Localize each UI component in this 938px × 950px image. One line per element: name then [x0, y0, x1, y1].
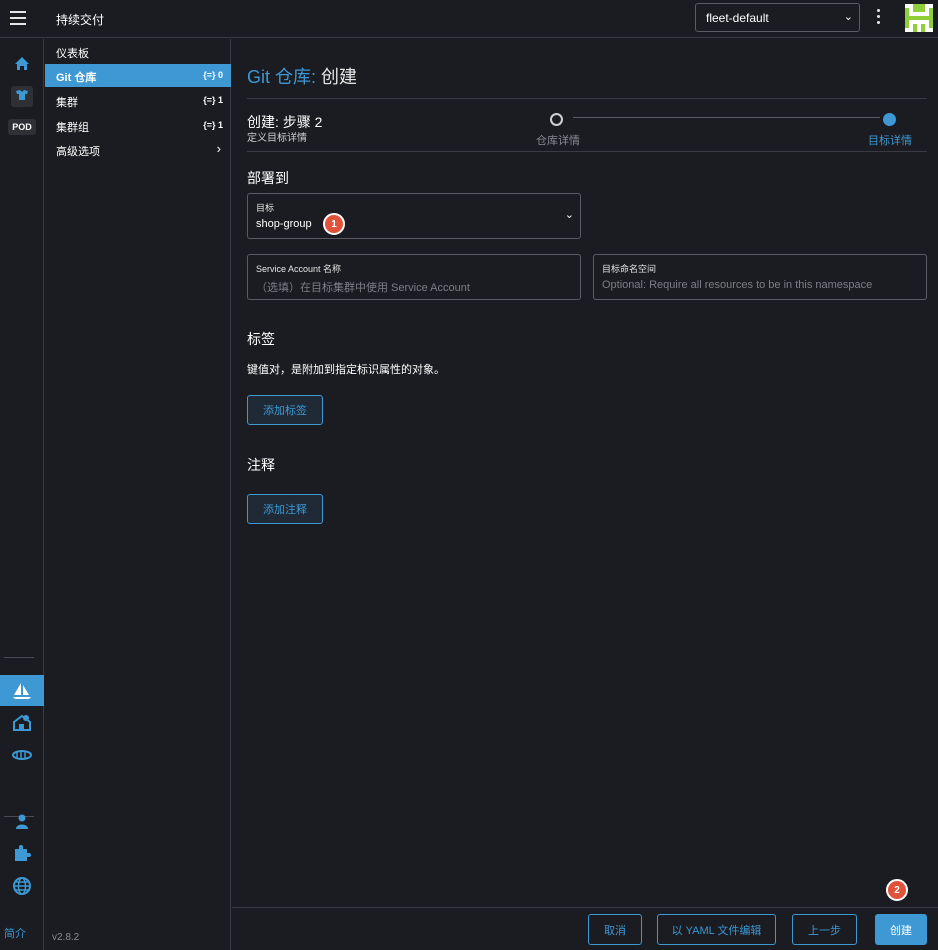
- sidebar-item-label: 集群: [56, 97, 78, 109]
- icon-rail: POD 简介: [0, 39, 44, 950]
- extensions-icon[interactable]: [0, 840, 44, 866]
- resource-count: {=} 1: [203, 120, 223, 130]
- step-marker-badge: 2: [886, 879, 908, 901]
- step-subtitle: 定义目标详情: [247, 133, 307, 144]
- globe-icon[interactable]: [0, 873, 44, 899]
- divider: [247, 98, 927, 99]
- sidebar-item-label: 仪表板: [56, 48, 89, 60]
- footer-actions: 取消 以 YAML 文件编辑 上一步 创建: [232, 907, 938, 950]
- sidebar-item-git-repos[interactable]: Git 仓库 {=} 0: [45, 64, 231, 87]
- step-1-indicator[interactable]: [550, 113, 563, 126]
- edit-as-yaml-button[interactable]: 以 YAML 文件编辑: [657, 914, 776, 945]
- page-title: Git 仓库: 创建: [247, 63, 357, 89]
- more-options-icon[interactable]: [875, 9, 881, 27]
- avatar[interactable]: [905, 4, 933, 32]
- breadcrumb-link[interactable]: Git 仓库:: [247, 67, 316, 87]
- cluster-management-icon[interactable]: [0, 709, 44, 735]
- target-select[interactable]: 目标 shop-group ⌄: [247, 193, 581, 239]
- service-account-placeholder: （选填）在目标集群中使用 Service Account: [256, 282, 470, 294]
- user-icon[interactable]: [0, 808, 44, 834]
- top-bar: 持续交付 fleet-default ⌄: [0, 0, 938, 38]
- step-2-label: 目标详情: [868, 135, 912, 147]
- chevron-right-icon: ›: [216, 141, 221, 156]
- step-1-label: 仓库详情: [536, 135, 580, 147]
- page-title-action: 创建: [321, 67, 358, 87]
- resource-count: {=} 0: [203, 70, 223, 80]
- virtualization-icon[interactable]: [0, 742, 44, 768]
- target-select-value: shop-group: [256, 218, 312, 230]
- sidebar-item-clusters[interactable]: 集群 {=} 1: [45, 89, 231, 112]
- sidebar-item-dashboard[interactable]: 仪表板: [45, 40, 231, 63]
- target-namespace-field[interactable]: 目标命名空间 Optional: Require all resources t…: [593, 254, 927, 300]
- chevron-down-icon: ⌄: [843, 11, 853, 23]
- rail-divider: [4, 657, 34, 658]
- sidebar-item-cluster-groups[interactable]: 集群组 {=} 1: [45, 114, 231, 137]
- hamburger-menu-icon[interactable]: [10, 11, 26, 25]
- previous-button[interactable]: 上一步: [792, 914, 857, 945]
- cluster-explorer-icon[interactable]: [0, 83, 44, 109]
- annotations-heading: 注释: [247, 457, 275, 473]
- create-button[interactable]: 创建: [875, 914, 927, 945]
- target-namespace-label: 目标命名空间: [602, 264, 657, 274]
- add-annotation-button[interactable]: 添加注释: [247, 494, 323, 524]
- labels-heading: 标签: [247, 331, 275, 347]
- service-account-label: Service Account 名称: [256, 264, 342, 274]
- sidebar-item-label: 高级选项: [56, 146, 100, 158]
- sidebar-item-advanced[interactable]: 高级选项 ›: [45, 138, 231, 161]
- deploy-heading: 部署到: [247, 170, 289, 186]
- step-2-indicator[interactable]: [883, 113, 896, 126]
- divider: [247, 151, 927, 152]
- main-content: Git 仓库: 创建 创建: 步骤 2 定义目标详情 仓库详情 目标详情 部署到…: [232, 39, 938, 907]
- target-select-label: 目标: [256, 203, 275, 213]
- service-account-field[interactable]: Service Account 名称 （选填）在目标集群中使用 Service …: [247, 254, 581, 300]
- cancel-button[interactable]: 取消: [588, 914, 642, 945]
- chevron-down-icon: ⌄: [564, 209, 574, 221]
- sidebar-item-label: 集群组: [56, 122, 89, 134]
- workspace-select[interactable]: fleet-default ⌄: [695, 3, 860, 32]
- home-icon[interactable]: [0, 50, 44, 76]
- sidebar-item-label: Git 仓库: [56, 72, 97, 84]
- step-marker-badge: 1: [323, 213, 345, 235]
- add-label-button[interactable]: 添加标签: [247, 395, 323, 425]
- app-title: 持续交付: [56, 13, 105, 27]
- pod-icon[interactable]: POD: [0, 114, 44, 140]
- version-label: v2.8.2: [52, 932, 80, 943]
- resource-count: {=} 1: [203, 95, 223, 105]
- target-namespace-placeholder: Optional: Require all resources to be in…: [602, 279, 873, 291]
- stepper-line: [573, 117, 880, 118]
- about-link[interactable]: 简介: [4, 925, 26, 941]
- sidebar: 仪表板 Git 仓库 {=} 0 集群 {=} 1 集群组 {=} 1 高级选项…: [45, 39, 231, 950]
- workspace-select-value: fleet-default: [706, 11, 769, 25]
- continuous-delivery-icon[interactable]: [0, 675, 44, 706]
- labels-description: 键值对，是附加到指定标识属性的对象。: [247, 364, 445, 376]
